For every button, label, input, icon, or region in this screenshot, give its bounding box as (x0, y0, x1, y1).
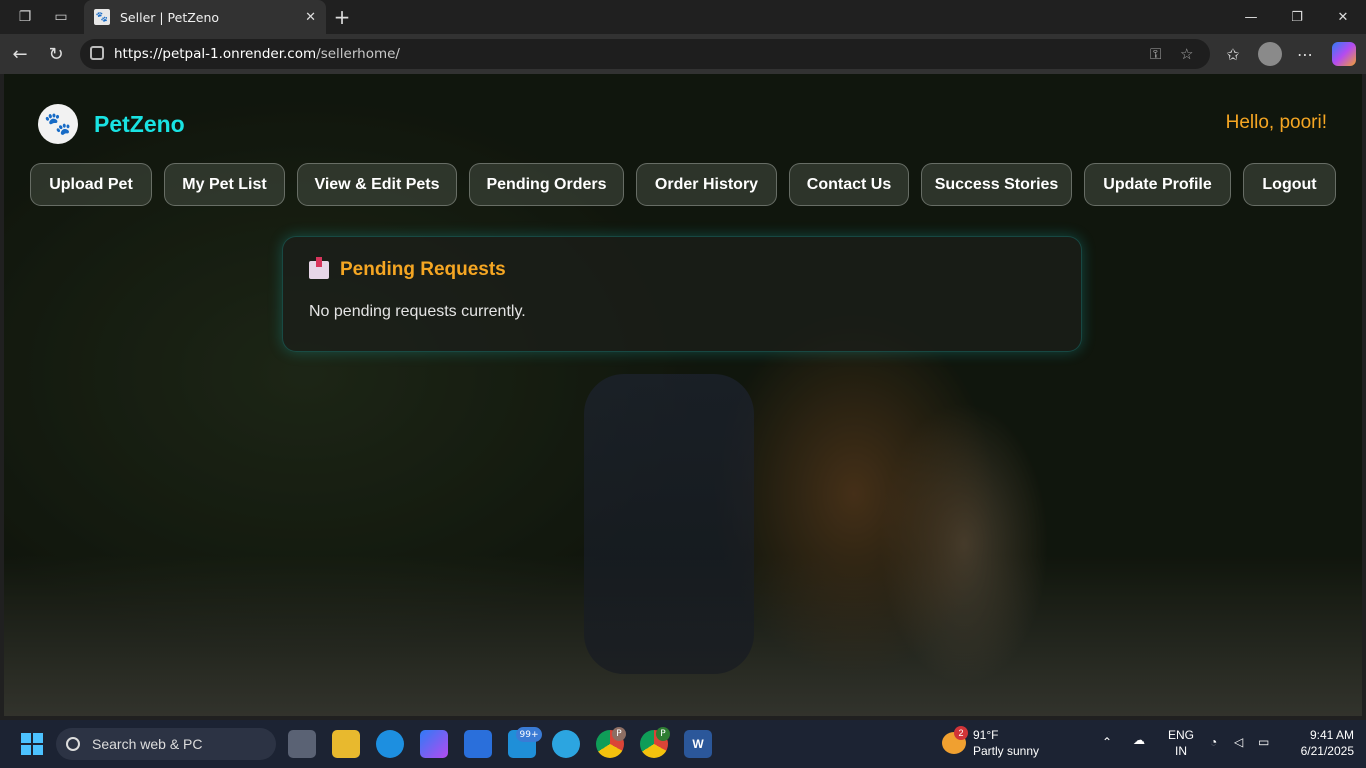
browser-window: ❐ ▭ 🐾 Seller | PetZeno ✕ + — ❐ ✕ ← ↻ htt… (0, 0, 1366, 768)
empty-message: No pending requests currently. (309, 303, 526, 320)
tab-bar: ❐ ▭ 🐾 Seller | PetZeno ✕ + — ❐ ✕ (0, 0, 1366, 34)
site-info-icon[interactable] (90, 46, 104, 60)
nav-order-history[interactable]: Order History (636, 163, 777, 206)
card-title: Pending Requests (309, 257, 1055, 281)
nav-logout[interactable]: Logout (1243, 163, 1336, 206)
key-icon[interactable]: ⚿ (1150, 45, 1161, 63)
tab-title: Seller | PetZeno (120, 9, 220, 25)
restore-icon[interactable]: ❐ (1274, 0, 1320, 34)
weather-condition: Partly sunny (973, 744, 1040, 758)
paw-logo-icon[interactable]: 🐾 (38, 104, 78, 144)
close-window-icon[interactable]: ✕ (1320, 0, 1366, 34)
greeting: Hello, poori! (1225, 112, 1327, 133)
close-tab-icon[interactable]: ✕ (305, 10, 316, 25)
volume-icon[interactable]: ◁ (1234, 735, 1243, 749)
nav-update-profile[interactable]: Update Profile (1084, 163, 1231, 206)
favorites-icon[interactable]: ✩ (1218, 34, 1248, 74)
copilot-app-icon[interactable] (420, 730, 448, 758)
background-photo (584, 374, 754, 674)
tab-actions-icon[interactable]: ▭ (44, 0, 78, 34)
brand-name[interactable]: PetZeno (94, 111, 185, 138)
edge-icon[interactable] (376, 730, 404, 758)
battery-icon[interactable]: ▭ (1258, 735, 1269, 749)
pending-requests-card: Pending Requests No pending requests cur… (282, 236, 1082, 352)
copilot-icon[interactable] (1332, 42, 1356, 66)
language: ENG (1167, 728, 1194, 742)
language-indicator[interactable]: ENG IN (1166, 728, 1196, 758)
nav-upload-pet[interactable]: Upload Pet (30, 163, 152, 206)
nav-success-stories[interactable]: Success Stories (921, 163, 1072, 206)
inbox-icon (309, 257, 329, 279)
task-view-icon[interactable] (288, 730, 316, 758)
address-row: ← ↻ https://petpal-1.onrender.com/seller… (0, 34, 1366, 74)
favorite-star-icon[interactable]: ☆ (1180, 45, 1193, 63)
time: 9:41 AM (1309, 728, 1354, 742)
word-icon[interactable]: W (684, 730, 712, 758)
onedrive-icon[interactable]: ☁ (1133, 733, 1145, 747)
search-icon (66, 737, 80, 751)
chrome-profile-badge: P (612, 727, 626, 741)
region: IN (1175, 744, 1187, 758)
url-path: /sellerhome/ (316, 46, 400, 62)
more-icon[interactable]: ⋯ (1290, 34, 1320, 74)
new-tab-icon[interactable]: + (330, 0, 354, 34)
site-header: 🐾 PetZeno (38, 104, 185, 144)
back-icon[interactable]: ← (2, 34, 38, 74)
nav-contact-us[interactable]: Contact Us (789, 163, 909, 206)
chrome-profile-badge-2: P (656, 727, 670, 741)
taskbar-search[interactable]: Search web & PC (56, 728, 276, 760)
nav-view-edit-pets[interactable]: View & Edit Pets (297, 163, 457, 206)
refresh-icon[interactable]: ↻ (38, 34, 74, 74)
temperature: 91°F (973, 728, 999, 742)
wifi-icon[interactable]: ◔ (1210, 735, 1217, 749)
file-explorer-icon[interactable] (332, 730, 360, 758)
chevron-up-icon[interactable]: ⌃ (1102, 735, 1112, 749)
store-icon[interactable] (464, 730, 492, 758)
search-placeholder: Search web & PC (92, 736, 203, 752)
profile-avatar-icon[interactable] (1258, 42, 1282, 66)
clock[interactable]: 9:41 AM 6/21/2025 (1290, 728, 1354, 758)
page-content: 🐾 PetZeno Hello, poori! Upload Pet My Pe… (4, 74, 1362, 716)
nav-my-pet-list[interactable]: My Pet List (164, 163, 285, 206)
date: 6/21/2025 (1300, 744, 1354, 758)
active-tab[interactable]: 🐾 Seller | PetZeno ✕ (84, 0, 326, 34)
minimize-icon[interactable]: — (1228, 0, 1274, 34)
url-host: https://petpal-1.onrender.com (114, 46, 317, 62)
workspaces-icon[interactable]: ❐ (8, 0, 42, 34)
nav-pending-orders[interactable]: Pending Orders (469, 163, 624, 206)
paw-favicon-icon: 🐾 (94, 9, 110, 25)
notification-badge: 99+ (516, 727, 542, 742)
address-bar[interactable]: https://petpal-1.onrender.com/sellerhome… (80, 39, 1210, 69)
telegram-icon[interactable] (552, 730, 580, 758)
card-title-text: Pending Requests (340, 259, 506, 280)
weather-badge: 2 (954, 726, 968, 740)
start-icon[interactable] (18, 730, 46, 758)
